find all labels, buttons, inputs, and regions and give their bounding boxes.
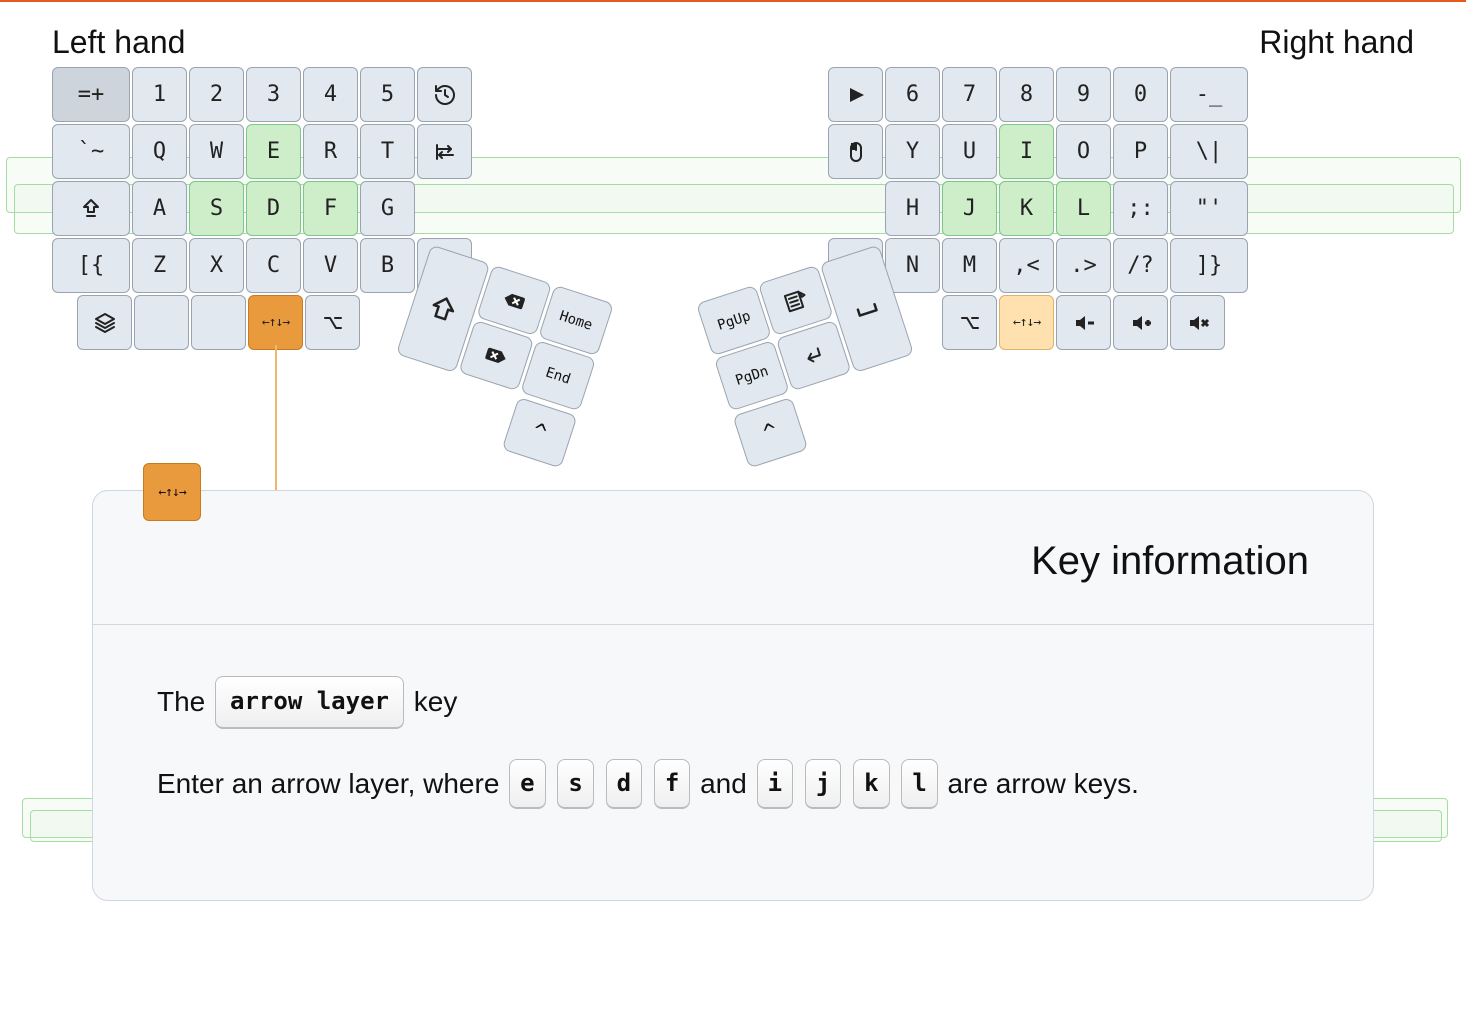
- key-right-r0-c4[interactable]: 9: [1056, 67, 1111, 122]
- key-right-r3-c2[interactable]: M: [942, 238, 997, 293]
- key-right-r3-c6[interactable]: ]}: [1170, 238, 1248, 293]
- key-right-r0-c2[interactable]: 7: [942, 67, 997, 122]
- key-left-r3-c2[interactable]: X: [189, 238, 244, 293]
- opt-key[interactable]: [942, 295, 997, 350]
- inline-key-e: e: [509, 759, 545, 810]
- key-right-r0-c3[interactable]: 8: [999, 67, 1054, 122]
- key-right-r1-c4[interactable]: O: [1056, 124, 1111, 179]
- key-right-r0-c6[interactable]: -_: [1170, 67, 1248, 122]
- opt-key[interactable]: [305, 295, 360, 350]
- key-left-r0-c2[interactable]: 2: [189, 67, 244, 122]
- key-left-r2-c4[interactable]: F: [303, 181, 358, 236]
- key-left-r1-c4[interactable]: R: [303, 124, 358, 179]
- key-right-r3-c5[interactable]: /?: [1113, 238, 1168, 293]
- inline-key-j: j: [805, 759, 841, 810]
- info-key-name: arrow layer: [215, 676, 404, 729]
- left-hand-label: Left hand: [52, 24, 185, 61]
- key-left-r1-c5[interactable]: T: [360, 124, 415, 179]
- key-right-r0-c5[interactable]: 0: [1113, 67, 1168, 122]
- info-divider: [93, 624, 1373, 625]
- key-right-r1-c1[interactable]: Y: [885, 124, 940, 179]
- info-title: Key information: [157, 539, 1309, 584]
- inline-key-s: s: [557, 759, 593, 810]
- inline-key-d: d: [606, 759, 642, 810]
- key-left-r0-c4[interactable]: 4: [303, 67, 358, 122]
- key-right-r2-c4[interactable]: L: [1056, 181, 1111, 236]
- key-left-r3-c1[interactable]: Z: [132, 238, 187, 293]
- info-text: key: [414, 686, 458, 717]
- key-left-r3-c3[interactable]: C: [246, 238, 301, 293]
- inline-key-l: l: [901, 759, 937, 810]
- key-right-r2-c5[interactable]: ;:: [1113, 181, 1168, 236]
- info-text: Enter an arrow layer, where: [157, 768, 499, 799]
- key-right-r1-c3[interactable]: I: [999, 124, 1054, 179]
- key-left-r2-c3[interactable]: D: [246, 181, 301, 236]
- key-info-panel: ←↑↓→ Key information The arrow layer key…: [92, 490, 1374, 901]
- key-left-r3-c5[interactable]: B: [360, 238, 415, 293]
- key-left-r0-c3[interactable]: 3: [246, 67, 301, 122]
- key-left-r0-c1[interactable]: 1: [132, 67, 187, 122]
- info-text: and: [700, 768, 747, 799]
- key-right-r1-c5[interactable]: P: [1113, 124, 1168, 179]
- volplus-key[interactable]: [1113, 295, 1168, 350]
- info-body: The arrow layer key Enter an arrow layer…: [157, 675, 1309, 810]
- info-badge-icon: ←↑↓→: [143, 463, 201, 521]
- play-key[interactable]: [828, 67, 883, 122]
- arrows-key[interactable]: ←↑↓→: [248, 295, 303, 350]
- key-left-r3-c0[interactable]: [{: [52, 238, 130, 293]
- volmute-key[interactable]: [1170, 295, 1225, 350]
- key-right-r3-c3[interactable]: ,<: [999, 238, 1054, 293]
- key-left-r1-c3[interactable]: E: [246, 124, 301, 179]
- key-left-r1-c0[interactable]: `~: [52, 124, 130, 179]
- key-right-r2-c1[interactable]: H: [885, 181, 940, 236]
- key-left-r1-c2[interactable]: W: [189, 124, 244, 179]
- right-hand-label: Right hand: [1259, 24, 1414, 61]
- key-left-r2-c5[interactable]: G: [360, 181, 415, 236]
- key-left-r3-c4[interactable]: V: [303, 238, 358, 293]
- info-text: are arrow keys.: [948, 768, 1139, 799]
- mouse-key[interactable]: [828, 124, 883, 179]
- layers-key[interactable]: [77, 295, 132, 350]
- inline-key-k: k: [853, 759, 889, 810]
- left-keyboard: =+12345 `~QWERT ASDFG [{ZXCVB ←↑↓→: [52, 67, 472, 352]
- key-right-r1-c6[interactable]: \|: [1170, 124, 1248, 179]
- volminus-key[interactable]: [1056, 295, 1111, 350]
- key-left-r0-c5[interactable]: 5: [360, 67, 415, 122]
- key-right-r2-c3[interactable]: K: [999, 181, 1054, 236]
- key-right-r3-c1[interactable]: N: [885, 238, 940, 293]
- key-left-r1-c1[interactable]: Q: [132, 124, 187, 179]
- history-key[interactable]: [417, 67, 472, 122]
- inline-key-f: f: [654, 759, 690, 810]
- tabright-key[interactable]: [417, 124, 472, 179]
- key-right-r3-c4[interactable]: .>: [1056, 238, 1111, 293]
- key-right-r0-c1[interactable]: 6: [885, 67, 940, 122]
- key-left-r4-c2[interactable]: [134, 295, 189, 350]
- key-left-r0-c0[interactable]: =+: [52, 67, 130, 122]
- arrows-key[interactable]: ←↑↓→: [999, 295, 1054, 350]
- key-right-r1-c2[interactable]: U: [942, 124, 997, 179]
- key-left-r2-c1[interactable]: A: [132, 181, 187, 236]
- key-left-r4-c3[interactable]: [191, 295, 246, 350]
- key-left-r2-c2[interactable]: S: [189, 181, 244, 236]
- inline-key-i: i: [757, 759, 793, 810]
- info-text: The: [157, 686, 205, 717]
- key-right-r2-c6[interactable]: "': [1170, 181, 1248, 236]
- key-right-r2-c2[interactable]: J: [942, 181, 997, 236]
- shiftup-key[interactable]: [52, 181, 130, 236]
